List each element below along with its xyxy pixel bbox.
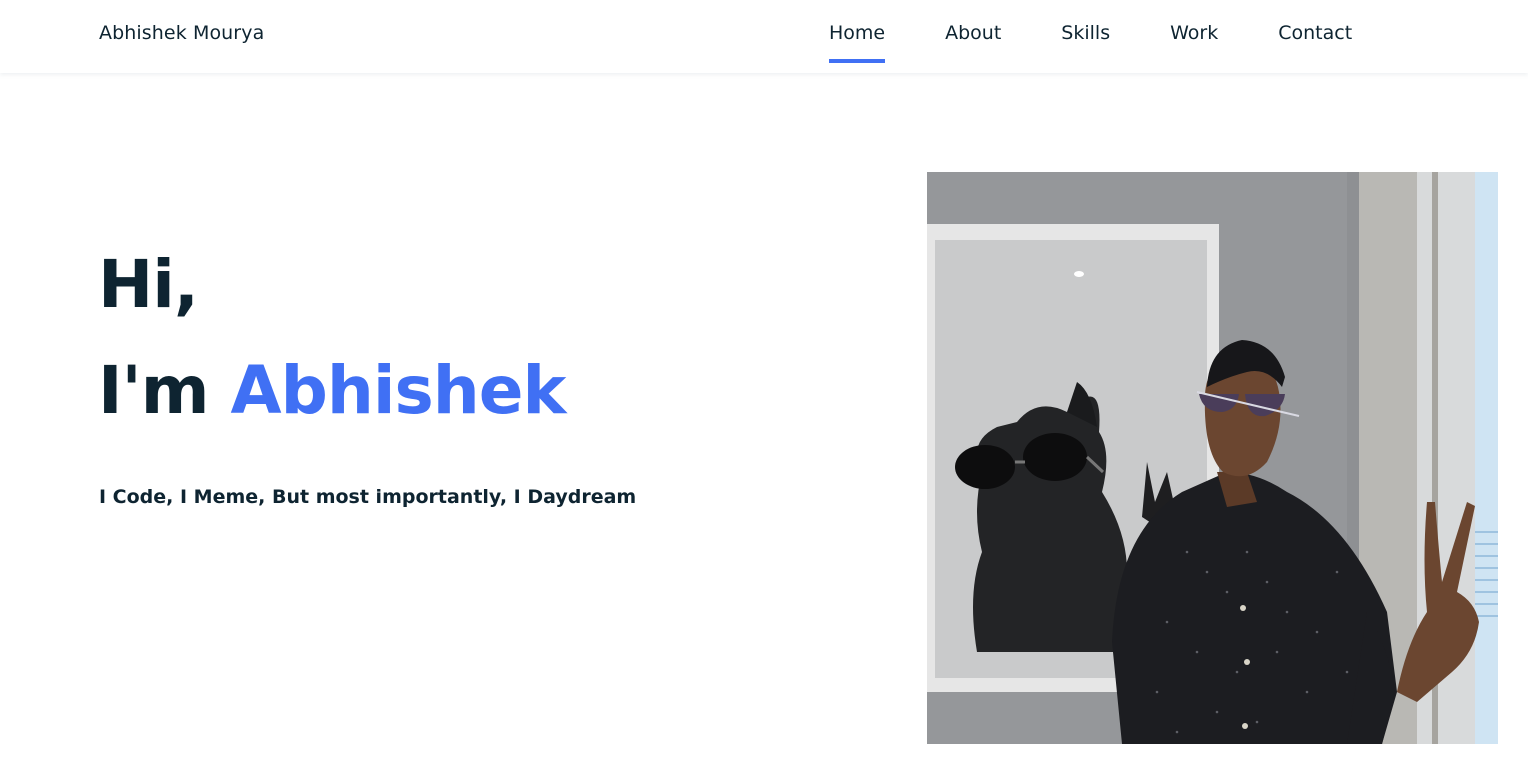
hero-heading: Hi, I'm Abhishek: [98, 232, 567, 444]
main-nav: Home About Skills Work Contact: [829, 0, 1352, 73]
site-logo[interactable]: Abhishek Mourya: [99, 22, 264, 44]
hero-intro-line: I'm Abhishek: [98, 338, 567, 444]
nav-item-home[interactable]: Home: [829, 0, 886, 63]
profile-photo: [927, 172, 1498, 744]
hero-greeting: Hi,: [98, 246, 199, 323]
hero-intro-prefix: I'm: [98, 352, 231, 429]
nav-item-contact[interactable]: Contact: [1278, 0, 1352, 44]
nav-item-about[interactable]: About: [945, 0, 1001, 44]
hero-tagline: I Code, I Meme, But most importantly, I …: [99, 486, 637, 508]
site-header: Abhishek Mourya Home About Skills Work C…: [0, 0, 1528, 73]
hero-name: Abhishek: [230, 352, 567, 429]
nav-item-work[interactable]: Work: [1170, 0, 1218, 44]
nav-item-skills[interactable]: Skills: [1061, 0, 1110, 44]
